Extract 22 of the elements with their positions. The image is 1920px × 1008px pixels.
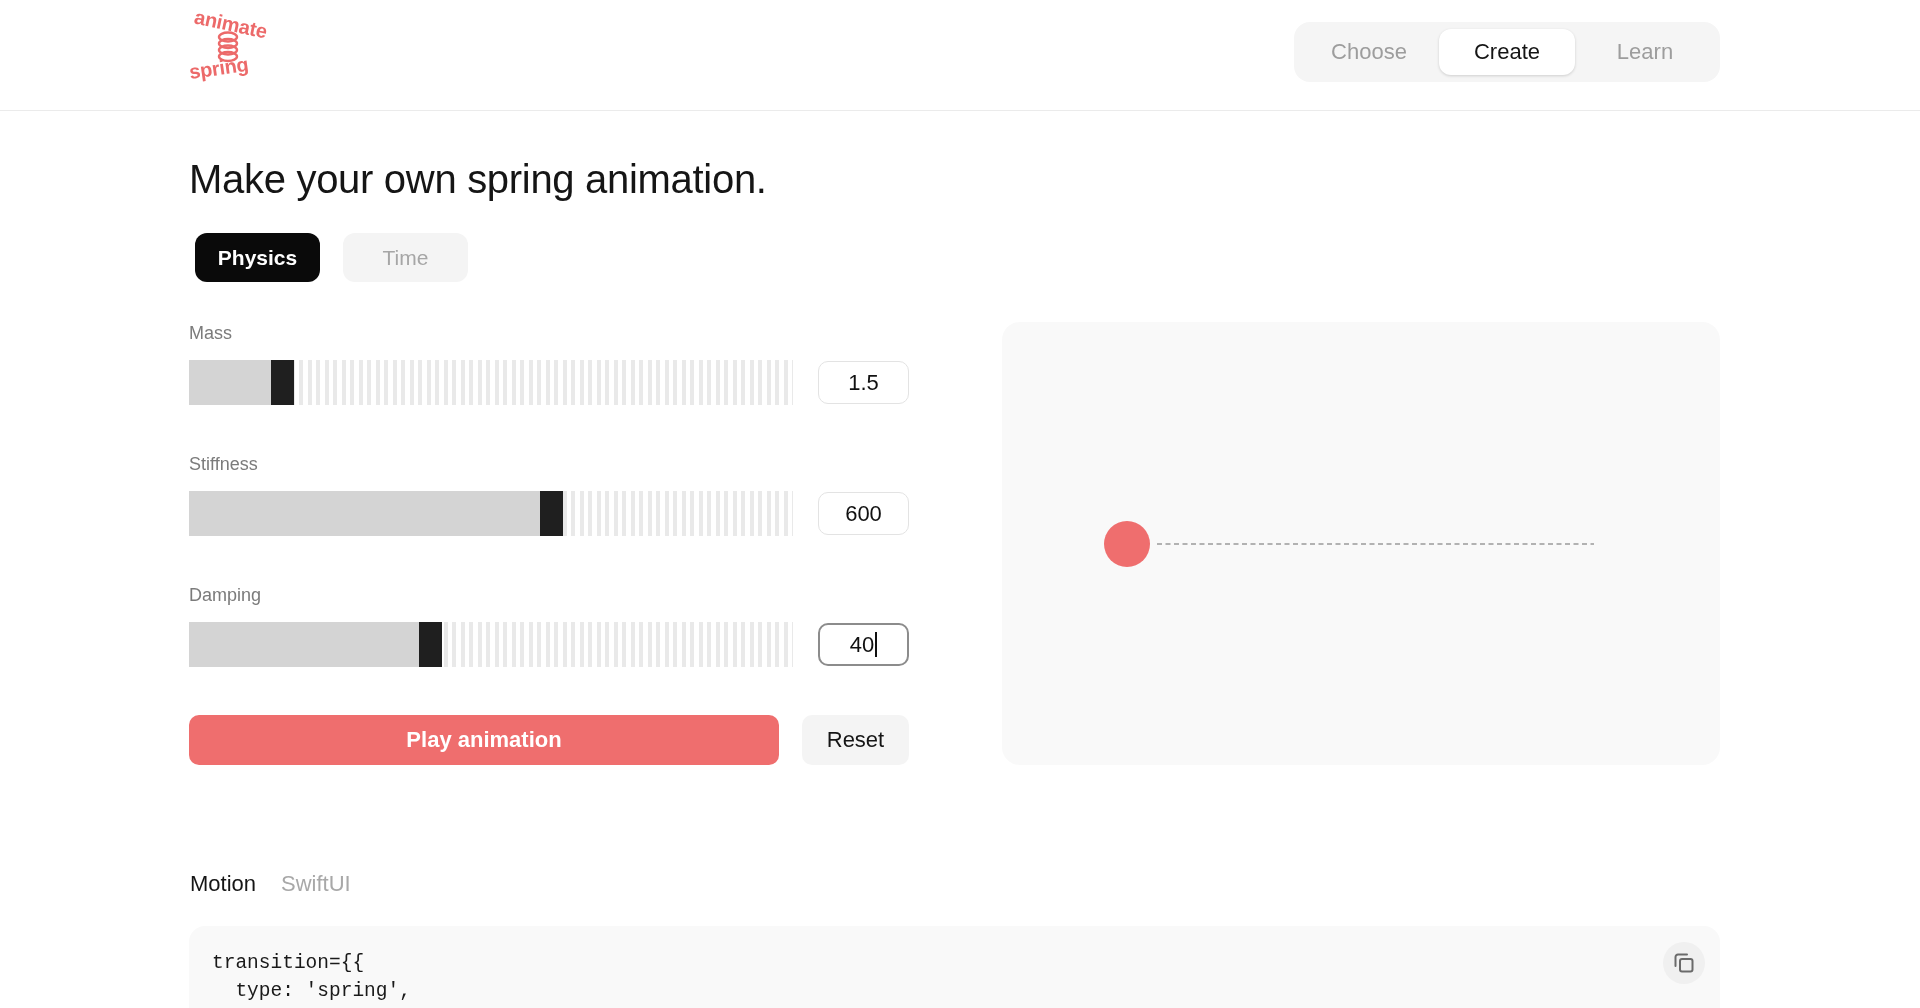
ball-icon (1104, 520, 1150, 567)
number-field[interactable]: 600 (818, 492, 909, 535)
number-field[interactable]: 40 (818, 623, 909, 666)
text-cursor-icon (875, 632, 878, 657)
code-tab[interactable]: Motion (190, 871, 257, 897)
slider-thumb[interactable] (271, 360, 295, 405)
slider-label: Stiffness (189, 453, 258, 475)
page-title: Make your own spring animation. (189, 156, 767, 203)
copy-icon (1673, 952, 1695, 974)
reset-button[interactable]: Reset (802, 715, 909, 765)
slider-track[interactable] (189, 491, 793, 536)
number-field[interactable]: 1.5 (818, 361, 909, 404)
mode-tab[interactable]: Physics (195, 233, 320, 282)
slider-track[interactable] (189, 622, 793, 667)
slider-label: Mass (189, 322, 232, 344)
slider-track[interactable] (189, 360, 793, 405)
copy-button[interactable] (1663, 942, 1705, 984)
slider-thumb[interactable] (539, 491, 563, 536)
code-text: transition={{ type: 'spring', (212, 951, 411, 1004)
slider-thumb[interactable] (419, 622, 443, 667)
nav-tab[interactable]: Create (1439, 29, 1575, 75)
slider-label: Damping (189, 584, 262, 606)
